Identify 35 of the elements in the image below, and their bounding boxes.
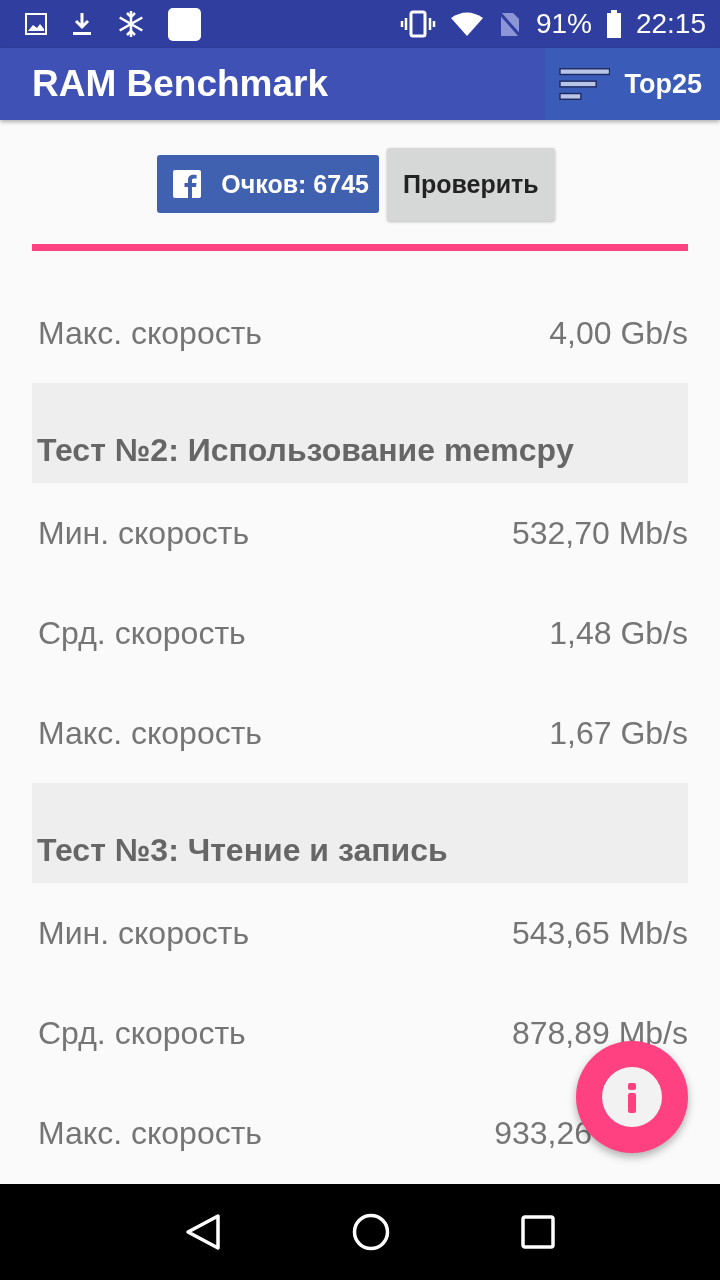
result-label: Макс. скорость [38, 1114, 263, 1152]
section-header: Тест №2: Использование memcpy [32, 383, 688, 483]
download-icon [70, 11, 94, 37]
result-value: 1,67 Gb/s [549, 714, 688, 752]
home-icon[interactable] [352, 1213, 390, 1251]
result-value: 532,70 Mb/s [511, 514, 688, 552]
result-value: 543,65 Mb/s [511, 914, 688, 952]
info-icon [601, 1066, 663, 1128]
score-button[interactable]: Очков: 6745 [157, 155, 379, 213]
section-header: Тест №3: Чтение и запись [32, 783, 688, 883]
back-icon[interactable] [185, 1213, 222, 1251]
result-label: Мин. скорость [38, 914, 250, 952]
check-button[interactable]: Проверить [386, 147, 555, 221]
result-label: Макс. скорость [38, 714, 263, 752]
result-label: Мин. скорость [38, 514, 250, 552]
snowflake-icon [116, 9, 146, 39]
result-value: 1,48 Gb/s [549, 614, 688, 652]
facebook-icon [173, 170, 202, 198]
result-label: Макс. скорость [38, 314, 263, 352]
clock: 22:15 [635, 8, 706, 40]
wifi-icon [449, 11, 484, 37]
result-value: 933,26 [494, 1114, 593, 1152]
result-value: 878,89 Mb/s [511, 1014, 688, 1052]
image-icon [24, 12, 48, 36]
battery-icon [605, 10, 622, 38]
top25-button[interactable]: Top25 [545, 48, 720, 120]
battery-percent: 91% [535, 8, 592, 40]
result-label: Срд. скорость [38, 1014, 246, 1052]
result-value: 4,00 Gb/s [549, 314, 688, 352]
square-icon [168, 7, 201, 41]
recents-icon[interactable] [520, 1215, 555, 1249]
bars-icon [559, 66, 611, 102]
vibrate-icon [399, 10, 436, 38]
result-label: Срд. скорость [38, 614, 246, 652]
app-title: RAM Benchmark [31, 63, 329, 105]
